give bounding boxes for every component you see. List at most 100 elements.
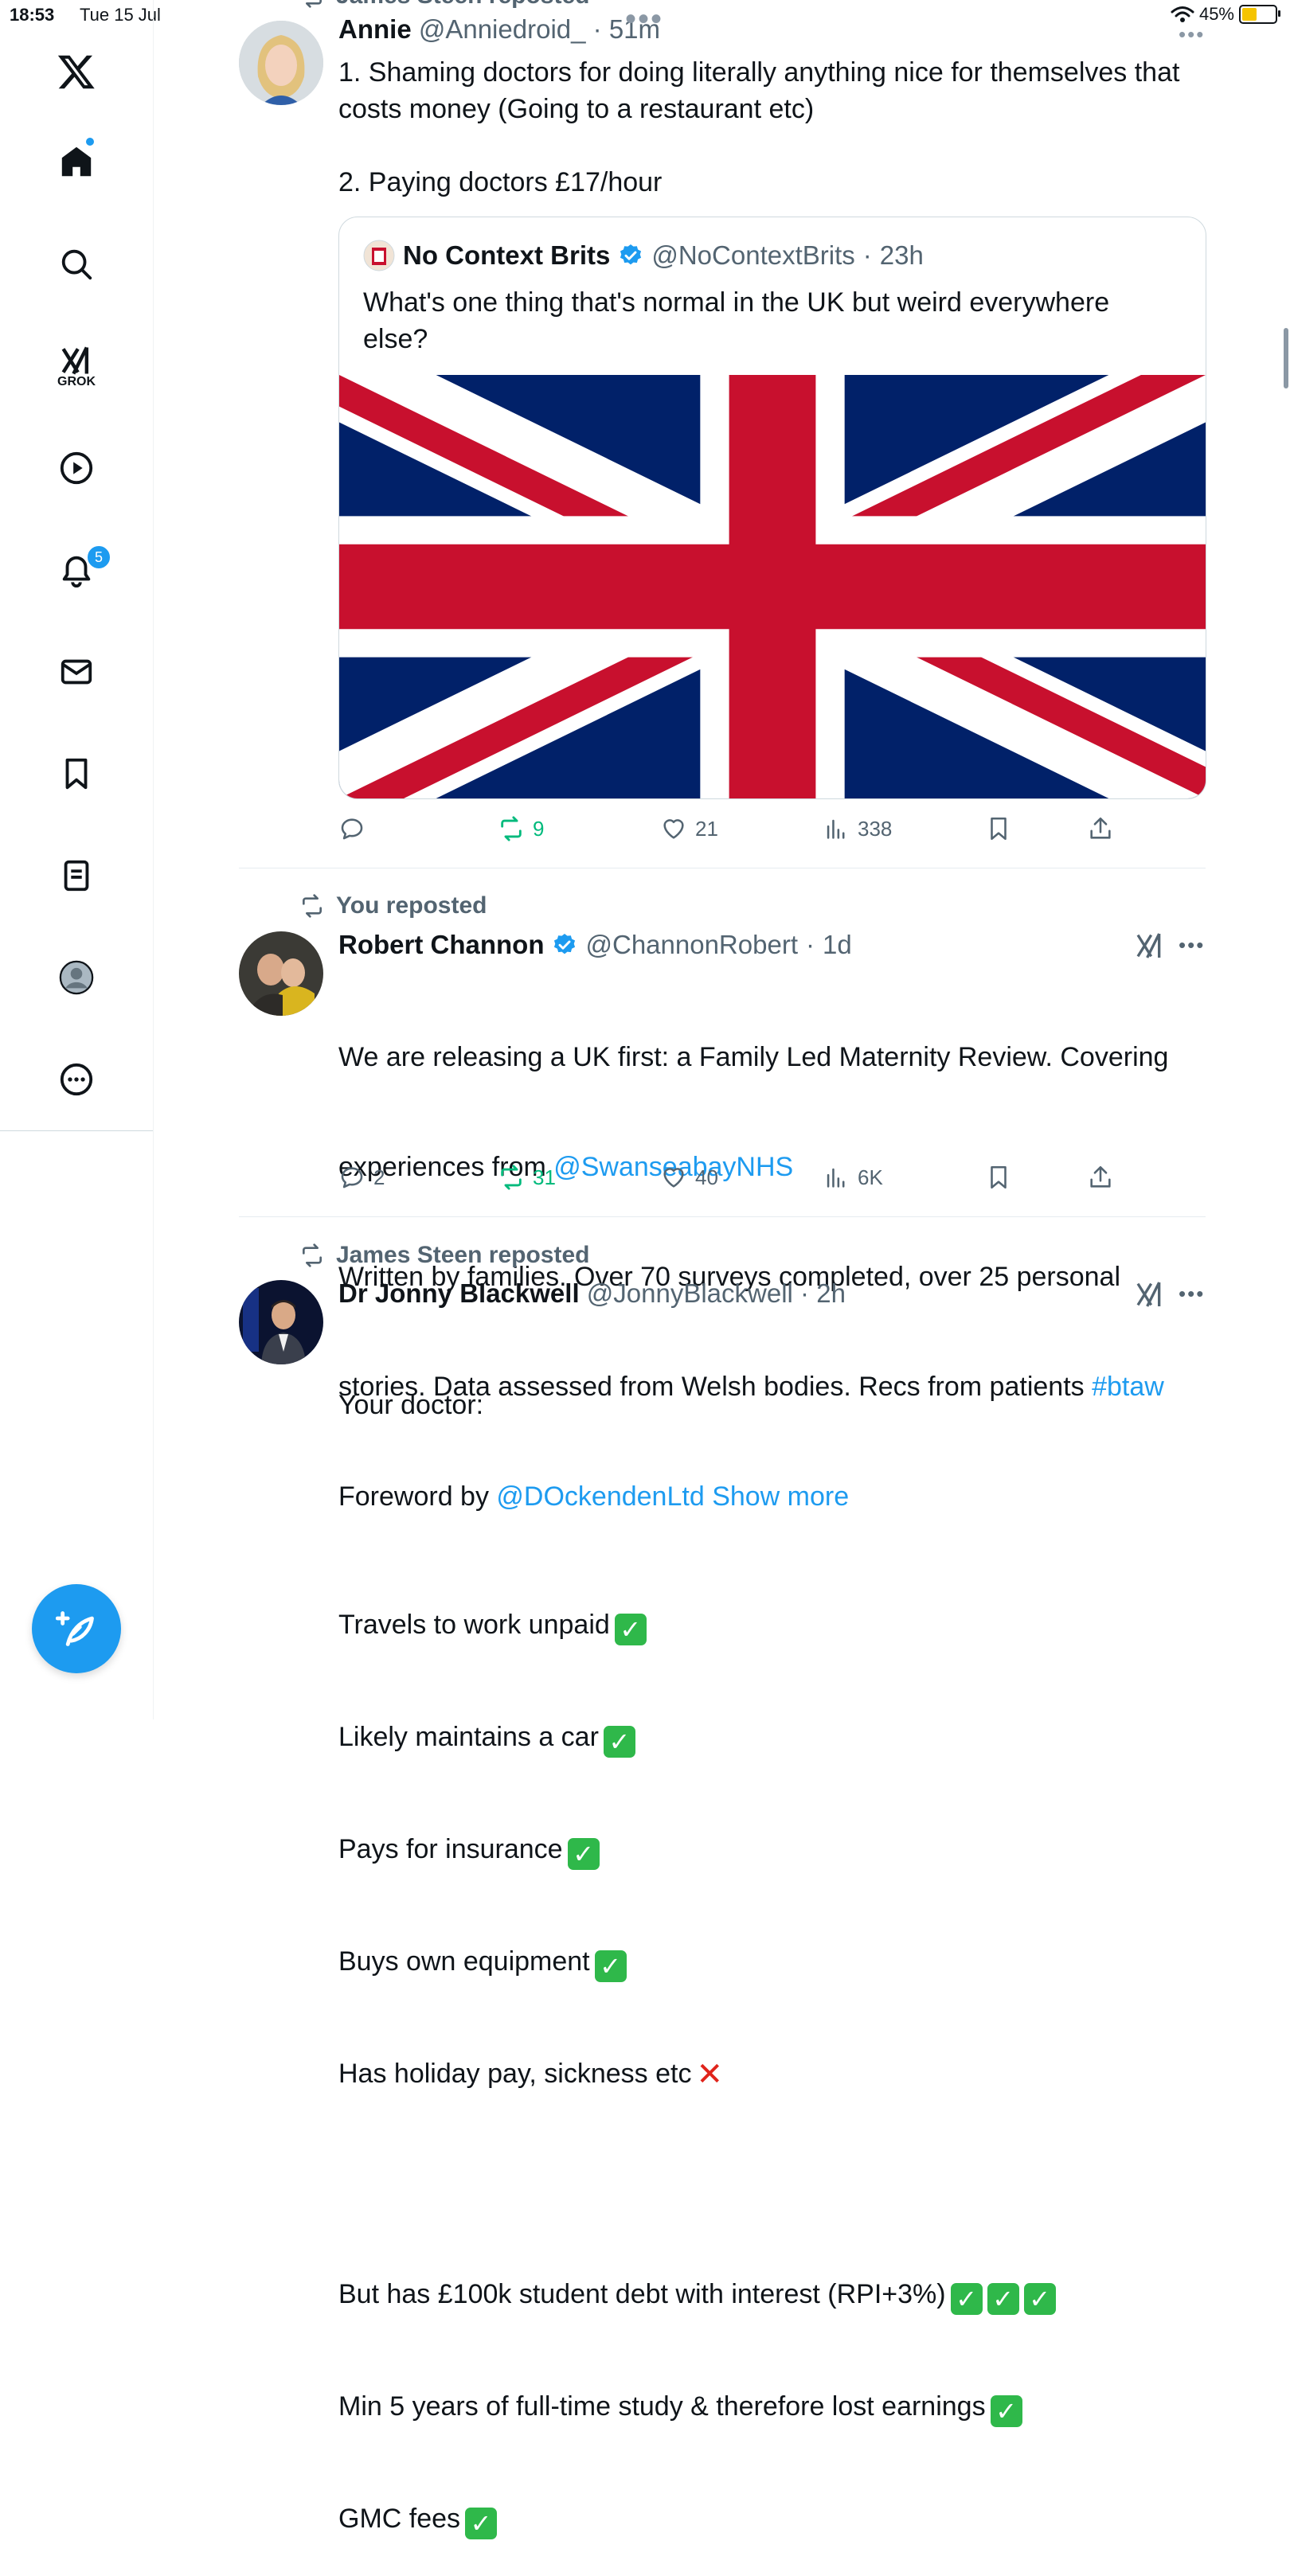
repost-button[interactable]: 31 (498, 1157, 556, 1197)
verified-badge-icon (620, 244, 642, 265)
tweet3-item-text: Min 5 years of full-time study & therefo… (338, 2391, 986, 2422)
tweet3-item-text: But has £100k student debt with interest… (338, 2279, 946, 2309)
grok-label: GROK (57, 375, 96, 388)
quote-card[interactable]: No Context Brits @NoContextBrits · 23h Wha… (338, 217, 1206, 799)
bookmark-icon (991, 817, 1007, 841)
compose-button[interactable] (32, 1584, 121, 1673)
tweet3-item-text: GMC fees (338, 2504, 461, 2534)
tweet3-repost-line: James Steen reposted (299, 1242, 589, 1269)
check-emoji-icon: ✓ (594, 1950, 627, 1982)
tweet2-more-button[interactable]: ••• (1179, 933, 1205, 958)
check-emoji-icon: ✓ (465, 2508, 498, 2539)
quote-handle: @NoContextBrits (651, 240, 855, 270)
repost-count: 31 (533, 1165, 556, 1189)
views-button[interactable]: 338 (823, 809, 892, 849)
repost-icon (501, 1165, 522, 1190)
quote-text: What's one thing that's normal in the UK… (363, 287, 1110, 354)
bookmark-button[interactable] (985, 809, 1012, 849)
tweet1-more-button[interactable]: ••• (1179, 22, 1205, 47)
views-button[interactable]: 6K (823, 1157, 883, 1197)
tweet3-item-text: Likely maintains a car (338, 1722, 599, 1752)
tweet3-time[interactable]: 2h (816, 1278, 846, 1308)
heart-icon (663, 1168, 684, 1188)
quote-dot: · (862, 240, 872, 270)
repost-button[interactable]: 9 (498, 809, 544, 849)
tweet1-name[interactable]: Annie (338, 14, 412, 44)
tweet1-text: 1. Shaming doctors for doing literally a… (338, 57, 1180, 197)
sidebar: GROK 5 (0, 0, 154, 1719)
nav-grok[interactable]: GROK (45, 334, 108, 398)
mail-icon (61, 659, 92, 685)
home-dot (84, 136, 96, 147)
nav-home[interactable] (45, 130, 108, 193)
quote-header: No Context Brits @NoContextBrits · 23h (363, 240, 924, 271)
compose-feather-icon (56, 1611, 94, 1646)
tweet3-avatar[interactable] (239, 1280, 323, 1364)
like-button[interactable]: 40 (660, 1157, 718, 1197)
tweet2-time[interactable]: 1d (823, 930, 852, 960)
tweet1-handle[interactable]: @Anniedroid_ (419, 14, 586, 44)
tweet1-actions: 9 21 338 (338, 809, 1135, 849)
repost-icon (303, 1243, 322, 1267)
tweet1-header: Annie @Anniedroid_ · 51m (338, 14, 660, 45)
check-emoji-icon: ✓ (950, 2283, 983, 2315)
tweet3-intro: Your doctor: (338, 1390, 484, 1420)
quote-avatar (363, 240, 395, 271)
share-button[interactable] (1087, 1157, 1114, 1197)
tweet3-handle[interactable]: @JonnyBlackwell (587, 1278, 793, 1308)
reply-button[interactable]: 2 (338, 1157, 385, 1197)
nav-more[interactable] (45, 1048, 108, 1111)
tweet1-more-dots-top[interactable]: ••• (625, 2, 663, 37)
check-emoji-icon: ✓ (567, 1838, 600, 1870)
reply-button[interactable] (338, 809, 373, 849)
x-logo[interactable] (45, 40, 108, 103)
tweet1-repost-line: James Steen reposted (299, 0, 589, 10)
tweet3-dot: · (792, 1278, 817, 1308)
search-icon (61, 249, 92, 280)
tweet2-handle[interactable]: @ChannonRobert (585, 930, 798, 960)
avatar-image (239, 21, 323, 105)
tweet3-item-text: Has holiday pay, sickness etc (338, 2059, 692, 2089)
nav-lists[interactable] (45, 844, 108, 907)
nav-profile[interactable] (45, 946, 108, 1009)
tweet3-text: Your doctor: Travels to work unpaid ✓ Lik… (338, 1313, 1222, 2576)
grok-icon[interactable] (1134, 930, 1166, 962)
grok-icon[interactable] (1134, 1278, 1166, 1310)
share-icon (1090, 817, 1111, 839)
notifications-badge: 5 (86, 544, 111, 570)
nav-bookmarks[interactable] (45, 742, 108, 806)
views-icon (827, 819, 845, 839)
home-icon (61, 146, 92, 177)
union-jack-image[interactable] (339, 375, 1206, 798)
like-count: 40 (695, 1165, 718, 1189)
tweet2-avatar[interactable] (239, 931, 323, 1016)
tweet2-dot: · (805, 930, 815, 959)
share-button[interactable] (1087, 809, 1114, 849)
tweet3-repost-label: James Steen reposted (336, 1242, 590, 1268)
reply-count: 2 (373, 1165, 385, 1189)
views-count: 338 (858, 816, 893, 841)
reply-icon (341, 818, 363, 840)
tweet2-header: Robert Channon @ChannonRobert · 1d (338, 930, 852, 960)
tweet2-name[interactable]: Robert Channon (338, 930, 544, 960)
tweet1-avatar[interactable] (239, 21, 323, 105)
avatar-image (239, 931, 323, 1016)
tweet3-name[interactable]: Dr Jonny Blackwell (338, 1278, 580, 1308)
tweet3-item: Travels to work unpaid ✓ (338, 1606, 1222, 1645)
bookmark-icon (991, 1165, 1007, 1189)
nav-search[interactable] (45, 232, 108, 296)
cross-emoji-icon: ✕ (696, 2057, 723, 2092)
reply-icon (341, 1167, 363, 1188)
sidebar-divider (0, 1130, 153, 1131)
nav-messages[interactable] (45, 640, 108, 704)
scrollbar[interactable] (1284, 328, 1288, 388)
bookmark-button[interactable] (985, 1157, 1012, 1197)
nav-notifications[interactable]: 5 (45, 538, 111, 602)
tweet3-item: Pays for insurance ✓ (338, 1831, 1222, 1870)
tweet3-more-button[interactable]: ••• (1179, 1282, 1205, 1306)
nav-video[interactable] (45, 436, 108, 500)
play-icon (60, 451, 93, 485)
like-button[interactable]: 21 (660, 809, 718, 849)
